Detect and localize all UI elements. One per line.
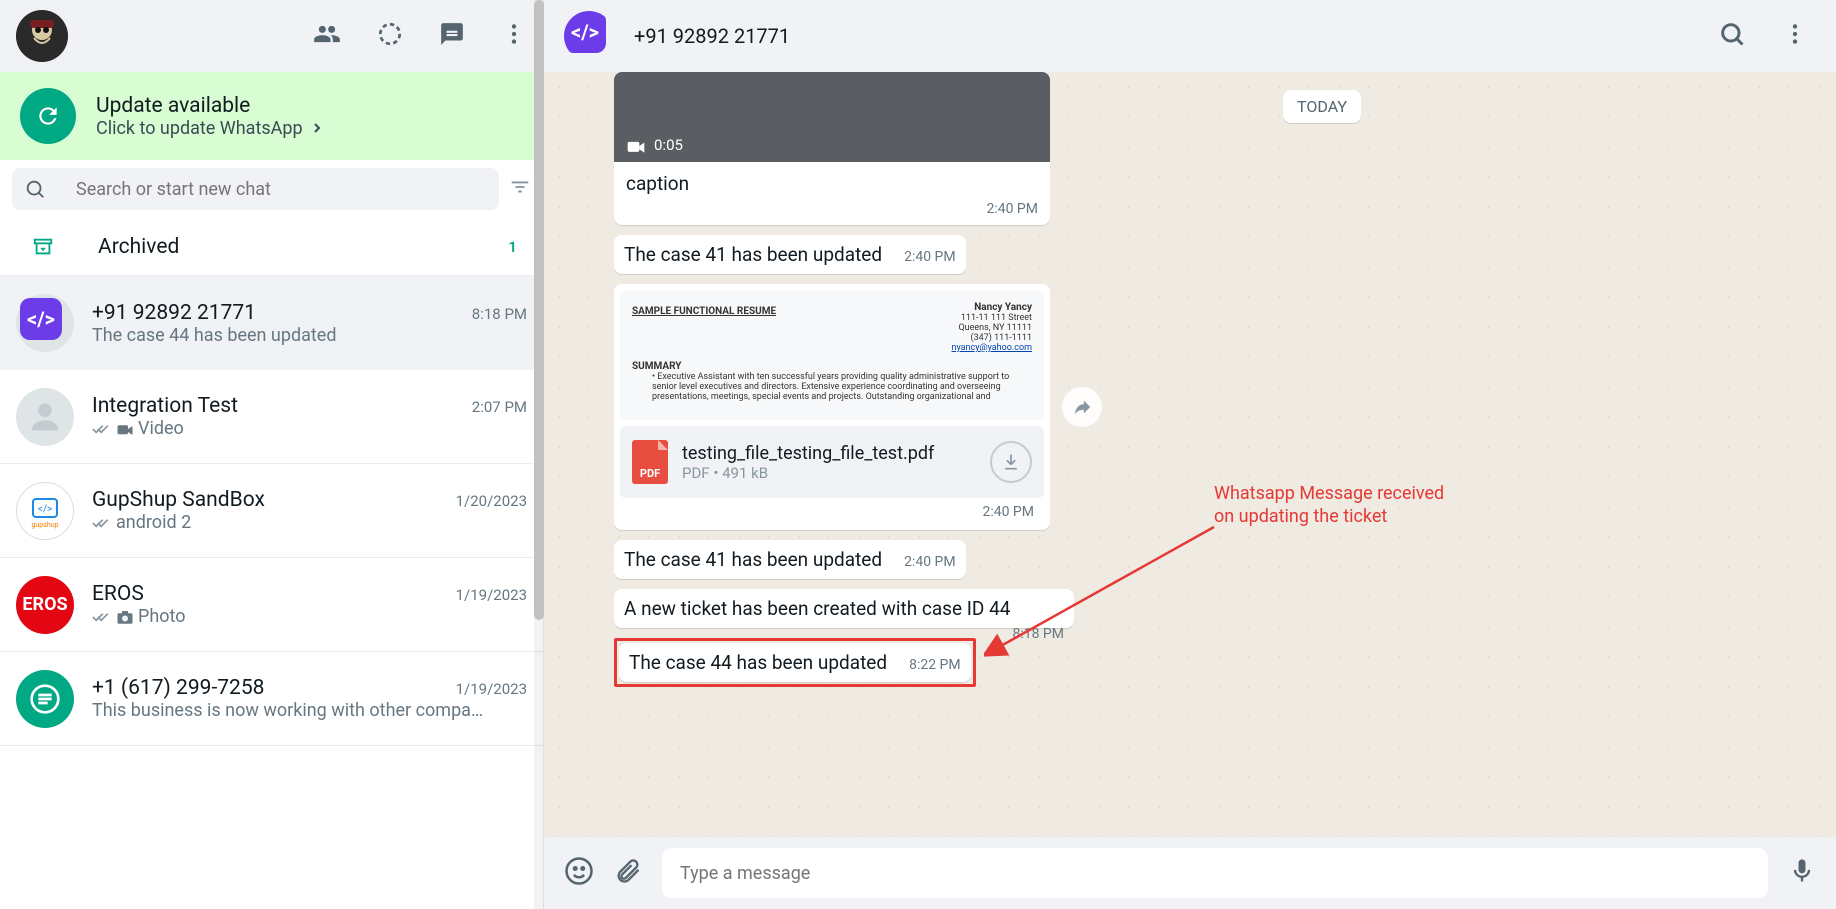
read-ticks-icon: [92, 421, 112, 437]
update-title: Update available: [96, 94, 523, 118]
pdf-icon: PDF: [632, 440, 668, 484]
chat-preview: Photo: [138, 606, 186, 627]
chat-item[interactable]: +1 (617) 299-7258 1/19/2023 This business…: [0, 652, 543, 746]
chat-avatar: </> gupshup: [16, 482, 74, 540]
video-caption: caption: [614, 162, 1050, 201]
chat-avatar: </>: [16, 294, 74, 352]
conversation-menu-icon[interactable]: [1782, 21, 1808, 51]
message-text: The case 41 has been updated: [624, 548, 882, 571]
document-preview: SAMPLE FUNCTIONAL RESUME Nancy Yancy 111…: [620, 290, 1044, 420]
chat-preview: android 2: [116, 512, 191, 533]
status-icon[interactable]: [377, 21, 403, 51]
message-time: 2:40 PM: [620, 498, 1044, 524]
chat-avatar: [16, 388, 74, 446]
chat-time: 1/19/2023: [456, 680, 527, 698]
chat-preview: The case 44 has been updated: [92, 325, 337, 346]
document-meta: PDF • 491 kB: [682, 464, 976, 482]
message-in[interactable]: The case 41 has been updated 2:40 PM: [614, 235, 966, 274]
message-time: 8:22 PM: [909, 657, 961, 673]
search-box[interactable]: [12, 168, 499, 210]
refresh-icon: [20, 88, 76, 144]
left-header: [0, 0, 543, 72]
archived-count: 1: [508, 238, 527, 256]
chat-name: EROS: [92, 582, 144, 606]
message-text: The case 41 has been updated: [624, 243, 882, 266]
chat-time: 8:18 PM: [472, 305, 527, 323]
composer: [544, 837, 1836, 909]
camera-icon: [116, 609, 134, 625]
update-banner[interactable]: Update available Click to update WhatsAp…: [0, 72, 543, 160]
conversation-header: </> +91 92892 21771: [544, 0, 1836, 72]
message-time: 2:40 PM: [904, 554, 956, 570]
message-time: 2:40 PM: [904, 249, 956, 265]
chat-list-panel: Update available Click to update WhatsAp…: [0, 0, 544, 909]
message-time: 2:40 PM: [614, 201, 1050, 225]
message-document[interactable]: SAMPLE FUNCTIONAL RESUME Nancy Yancy 111…: [614, 284, 1050, 530]
chat-time: 1/20/2023: [456, 492, 527, 510]
conversation-panel: </> +91 92892 21771 TODAY 0:05 caption 2…: [544, 0, 1836, 909]
archived-row[interactable]: Archived 1: [0, 218, 543, 276]
message-area: TODAY 0:05 caption 2:40 PM The case 41 h…: [544, 72, 1836, 837]
download-button[interactable]: [990, 441, 1032, 483]
chat-item[interactable]: EROS EROS 1/19/2023 Photo: [0, 558, 543, 652]
search-in-chat-icon[interactable]: [1718, 20, 1746, 52]
chat-name: GupShup SandBox: [92, 488, 265, 512]
communities-icon[interactable]: [313, 20, 341, 52]
message-video[interactable]: 0:05 caption 2:40 PM: [614, 72, 1050, 225]
chat-name: Integration Test: [92, 394, 238, 418]
message-in[interactable]: The case 44 has been updated 8:22 PM: [619, 643, 971, 682]
chat-avatar: [16, 670, 74, 728]
read-ticks-icon: [92, 609, 112, 625]
forward-button[interactable]: [1062, 387, 1102, 427]
message-input-box[interactable]: [662, 848, 1768, 898]
message-in[interactable]: A new ticket has been created with case …: [614, 589, 1074, 628]
svg-text:gupshup: gupshup: [32, 521, 59, 529]
annotation-highlight: The case 44 has been updated 8:22 PM: [614, 638, 976, 687]
chat-name: +91 92892 21771: [92, 301, 256, 325]
date-chip: TODAY: [1283, 90, 1361, 123]
annotation-text: Whatsapp Message received on updating th…: [1214, 482, 1444, 529]
menu-icon[interactable]: [501, 21, 527, 51]
video-icon: [116, 422, 134, 436]
chat-avatar: EROS: [16, 576, 74, 634]
filter-icon[interactable]: [509, 176, 531, 202]
archived-label: Archived: [98, 235, 480, 259]
video-icon: [626, 138, 646, 154]
message-in[interactable]: The case 41 has been updated 2:40 PM: [614, 540, 966, 579]
message-text: A new ticket has been created with case …: [624, 597, 1010, 620]
scrollbar[interactable]: [534, 0, 544, 909]
chat-preview: Video: [138, 418, 184, 439]
chat-time: 1/19/2023: [456, 586, 527, 604]
chat-item[interactable]: </> +91 92892 21771 8:18 PM The case 44 h…: [0, 276, 543, 370]
archive-icon: [16, 236, 70, 258]
new-chat-icon[interactable]: [439, 21, 465, 51]
update-subtitle: Click to update WhatsApp: [96, 118, 523, 139]
chat-item[interactable]: </> gupshup GupShup SandBox 1/20/2023 andr…: [0, 464, 543, 558]
conversation-avatar[interactable]: </>: [564, 11, 614, 61]
attach-icon[interactable]: [614, 857, 642, 889]
search-input[interactable]: [76, 179, 487, 200]
message-input[interactable]: [680, 863, 1750, 884]
mic-icon[interactable]: [1788, 857, 1816, 889]
conversation-title[interactable]: +91 92892 21771: [634, 24, 1698, 48]
chat-time: 2:07 PM: [472, 398, 527, 416]
read-ticks-icon: [92, 515, 112, 531]
emoji-icon[interactable]: [564, 856, 594, 890]
document-name: testing_file_testing_file_test.pdf: [682, 443, 976, 464]
search-bar: [0, 160, 543, 218]
profile-avatar[interactable]: [16, 10, 68, 62]
chat-preview: This business is now working with other …: [92, 700, 483, 721]
chat-item[interactable]: Integration Test 2:07 PM Video: [0, 370, 543, 464]
chat-list: </> +91 92892 21771 8:18 PM The case 44 h…: [0, 276, 543, 909]
search-icon: [24, 178, 46, 200]
chat-name: +1 (617) 299-7258: [92, 676, 264, 700]
video-duration: 0:05: [654, 136, 683, 154]
message-time: 8:18 PM: [1012, 626, 1064, 642]
svg-text:</>: </>: [38, 504, 52, 515]
message-text: The case 44 has been updated: [629, 651, 887, 674]
